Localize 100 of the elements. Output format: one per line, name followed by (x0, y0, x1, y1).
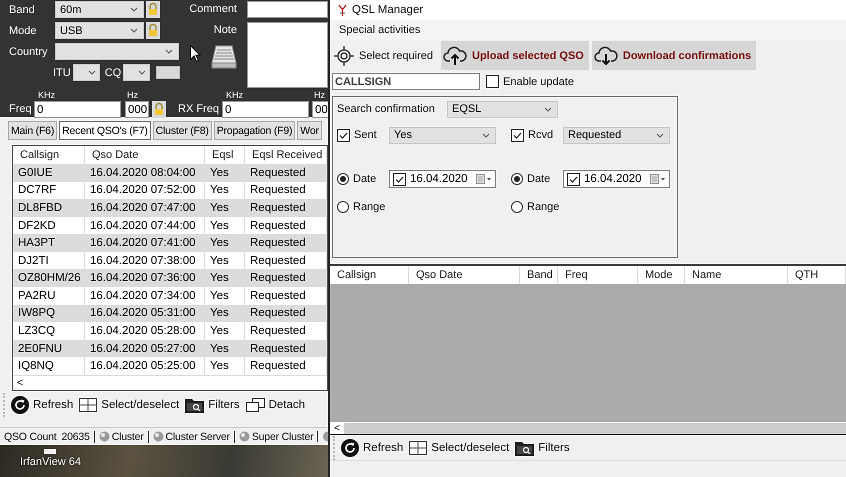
chevron-icon (482, 132, 490, 138)
table-cell: Yes (205, 199, 245, 217)
table-cell: G0IUE (13, 164, 85, 182)
table-cell: Requested (245, 304, 327, 322)
grid-icon (79, 398, 98, 412)
qso-count: 20635 (61, 430, 90, 442)
status-label: QSO Count (4, 430, 56, 442)
unit-label: Hz (313, 90, 326, 100)
cloud-download-icon (594, 46, 618, 66)
dropdown[interactable]: EQSL (447, 100, 558, 118)
radio-button[interactable] (511, 201, 523, 213)
checkbox[interactable] (337, 128, 350, 142)
field-label: ITU (53, 66, 71, 78)
table-cell: Yes (205, 164, 245, 182)
radio-button[interactable] (337, 201, 349, 213)
toolbar-button[interactable]: Refresh (341, 439, 404, 457)
indicator-label: Cluster Server (166, 430, 230, 442)
checkbox[interactable] (567, 172, 580, 186)
table-cell: OZ80HM/26 (13, 269, 85, 288)
comment-field[interactable] (247, 1, 328, 18)
table-cell: 16.04.2020 05:31:00 (85, 304, 205, 322)
toolbar-button[interactable]: Refresh (11, 396, 74, 414)
toolbar-button[interactable]: Filters (185, 397, 240, 413)
scroll-left-button[interactable]: < (330, 422, 344, 434)
toolbar-button[interactable]: Detach (246, 398, 306, 412)
table-cell: Requested (245, 199, 327, 217)
table-cell: 16.04.2020 07:36:00 (85, 269, 205, 288)
antenna-icon (338, 4, 347, 16)
checkbox-label: Sent (354, 129, 377, 141)
scroll-left-button[interactable]: < (13, 377, 27, 389)
chevron-icon (544, 106, 552, 112)
toolbar-button[interactable]: Filters (515, 440, 570, 456)
tab[interactable]: Recent QSO's (F7) (59, 121, 151, 140)
table-cell: IW8PQ (13, 304, 85, 322)
dropdown[interactable]: Requested (563, 126, 670, 144)
radio-label: Date (353, 173, 376, 185)
dropdown[interactable]: USB (55, 22, 144, 39)
dropdown[interactable]: Yes (389, 126, 496, 144)
table-cell: 2E0FNU (13, 340, 85, 358)
paper-stack-icon[interactable] (211, 45, 237, 69)
date-picker[interactable]: 16.04.2020 (389, 170, 496, 188)
toolbar-button[interactable]: Select/deselect (79, 398, 180, 412)
checkbox-label: Rcvd (528, 129, 554, 141)
radio-button[interactable] (511, 173, 523, 185)
chevron-icon (130, 28, 138, 33)
refresh-icon (341, 439, 359, 457)
table-cell: Requested (245, 269, 327, 288)
tab[interactable]: Cluster (F8) (152, 121, 212, 140)
cq-dropdown[interactable] (123, 64, 150, 81)
hz-field[interactable]: 00 (312, 101, 328, 118)
chevron-icon (130, 7, 138, 12)
table-cell: IQ8NQ (13, 357, 85, 375)
frequency-field[interactable]: 0 (34, 101, 121, 118)
grid-icon (409, 441, 428, 455)
desktop-icon-label[interactable]: IrfanView 64 (20, 456, 81, 468)
date-picker[interactable]: 16.04.2020 (563, 170, 670, 188)
field-label: RX Freq (178, 103, 220, 115)
chevron-icon (88, 70, 96, 75)
tab[interactable]: Main (F6) (8, 121, 58, 140)
checkbox[interactable] (393, 172, 406, 186)
cloud-upload-icon (443, 46, 467, 66)
toolbar-button[interactable]: Select/deselect (409, 441, 510, 455)
field-label: Comment (189, 2, 237, 17)
field-label: Search confirmation (337, 103, 436, 115)
window-title: QSL Manager (352, 4, 424, 16)
field-label: Note (214, 23, 237, 38)
chevron-icon (138, 70, 146, 75)
unit-label: Hz (126, 90, 139, 100)
field-label: Mode (9, 24, 38, 36)
status-light-icon (238, 431, 250, 442)
status-light-icon (322, 431, 328, 442)
callsign-field[interactable]: CALLSIGN (332, 73, 480, 90)
checkbox[interactable] (511, 128, 524, 142)
tab[interactable]: Propagation (F9) (214, 121, 296, 140)
note-field[interactable] (247, 22, 328, 88)
dropdown[interactable]: 60m (55, 1, 144, 18)
table-cell: Yes (205, 234, 245, 252)
unit-label: KHz (37, 90, 56, 100)
tab[interactable]: Wor (297, 121, 322, 140)
checkbox-label: Enable update (503, 76, 574, 88)
toolbar-button[interactable]: Select required (332, 41, 438, 70)
small-input-field[interactable] (156, 66, 180, 79)
table-cell: 16.04.2020 07:47:00 (85, 199, 205, 217)
status-light-icon (98, 431, 110, 442)
toolbar-button[interactable]: Upload selected QSO (441, 41, 589, 70)
calendar-icon (650, 174, 666, 184)
checkbox[interactable] (486, 75, 499, 88)
rx-frequency-field[interactable]: 0 (222, 101, 309, 118)
menu-item[interactable]: Special activities (339, 24, 420, 36)
hz-field[interactable]: 000 (125, 101, 149, 118)
status-light-icon (152, 431, 164, 442)
itu-dropdown[interactable] (72, 64, 100, 81)
radio-button[interactable] (337, 173, 349, 185)
table-cell: Yes (205, 340, 245, 358)
table-cell: HA3PT (13, 234, 85, 252)
crosshair-icon (334, 46, 354, 66)
toolbar-button[interactable]: Download confirmations (592, 41, 756, 70)
app-icon[interactable] (44, 449, 56, 454)
table-cell: 16.04.2020 05:27:00 (85, 340, 205, 358)
radio-label: Range (353, 201, 386, 213)
